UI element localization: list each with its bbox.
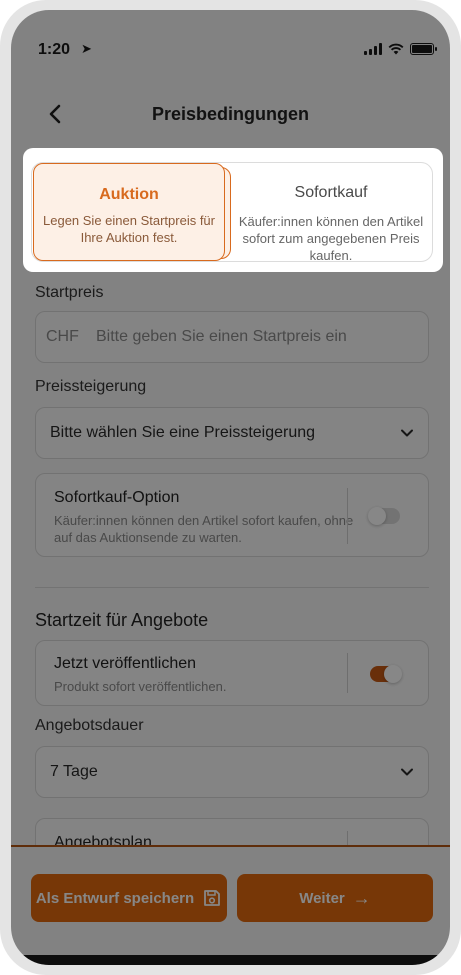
auction-option-description: Legen Sie einen Startpreis für Ihre Aukt… xyxy=(43,213,215,245)
instant-buy-option-title: Sofortkauf xyxy=(294,184,368,201)
instant-buy-option[interactable]: Sofortkauf Käufer:innen können den Artik… xyxy=(233,163,429,263)
instant-buy-option-description: Käufer:innen können den Artikel sofort z… xyxy=(238,214,424,263)
auction-option[interactable]: Auktion Legen Sie einen Startpreis für I… xyxy=(33,163,225,261)
phone-frame: 1:20 ➤ Preisbedingungen Startpreis CHF B… xyxy=(0,0,461,975)
price-type-highlight: Auktion Legen Sie einen Startpreis für I… xyxy=(23,148,443,272)
auction-option-title: Auktion xyxy=(99,186,159,203)
screen: 1:20 ➤ Preisbedingungen Startpreis CHF B… xyxy=(11,10,450,965)
